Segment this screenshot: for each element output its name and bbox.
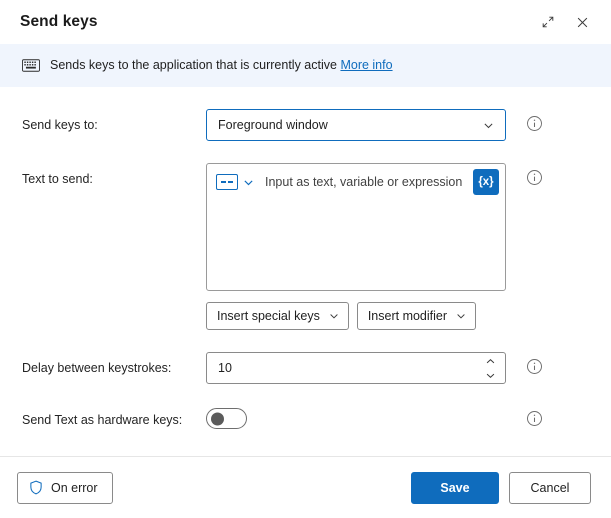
dialog-titlebar: Send keys (0, 0, 611, 44)
chevron-down-icon (328, 310, 340, 322)
shield-icon (29, 480, 43, 495)
keyboard-icon (22, 58, 40, 72)
row-send-keys-to: Send keys to: Foreground window (0, 109, 611, 142)
banner-text-wrapper: Sends keys to the application that is cu… (50, 57, 393, 73)
insert-special-keys-label: Insert special keys (217, 309, 320, 324)
row-delay-between-keystrokes: Delay between keystrokes: 10 (0, 352, 611, 385)
info-circle-icon[interactable] (526, 410, 543, 427)
save-button[interactable]: Save (411, 471, 499, 504)
close-icon[interactable] (565, 7, 599, 37)
chevron-down-icon (482, 119, 495, 132)
hardware-keys-label: Send Text as hardware keys: (22, 413, 183, 428)
info-circle-icon[interactable] (526, 358, 543, 375)
text-to-send-editor-header: Input as text, variable or expression {x… (207, 164, 505, 200)
info-banner: Sends keys to the application that is cu… (0, 44, 611, 88)
info-circle-icon[interactable] (526, 169, 543, 186)
on-error-button[interactable]: On error (17, 471, 113, 504)
text-to-send-editor[interactable]: Input as text, variable or expression {x… (206, 163, 506, 292)
insert-special-keys-button[interactable]: Insert special keys (206, 302, 349, 331)
row-hardware-keys: Send Text as hardware keys: (0, 408, 611, 430)
chevron-down-icon[interactable] (481, 369, 499, 382)
hardware-keys-toggle[interactable] (206, 408, 247, 430)
row-text-to-send: Text to send: Input as text, variable or… (0, 163, 611, 331)
send-keys-to-field: Foreground window (206, 109, 506, 142)
insert-modifier-label: Insert modifier (367, 309, 448, 324)
banner-description: Sends keys to the application that is cu… (50, 58, 337, 72)
chevron-up-icon[interactable] (481, 355, 499, 368)
text-to-send-label: Text to send: (22, 172, 93, 187)
dialog-footer: On error Save Cancel (0, 456, 611, 518)
insert-modifier-button[interactable]: Insert modifier (356, 302, 477, 331)
cancel-button[interactable]: Cancel (509, 471, 591, 504)
hardware-keys-info (506, 408, 562, 427)
text-input-type-icon[interactable] (216, 174, 238, 191)
info-circle-icon[interactable] (526, 115, 543, 132)
chevron-down-icon (455, 310, 467, 322)
delay-label: Delay between keystrokes: (22, 361, 172, 376)
delay-field: 10 (206, 352, 506, 385)
delay-spinner-arrows (481, 353, 499, 383)
send-keys-to-label: Send keys to: (22, 118, 98, 133)
text-to-send-field: Input as text, variable or expression {x… (206, 163, 506, 331)
delay-stepper[interactable]: 10 (206, 352, 506, 385)
dialog-title: Send keys (20, 13, 98, 30)
send-keys-to-select[interactable]: Foreground window (206, 109, 506, 142)
insert-buttons-row: Insert special keys Insert modifier (206, 302, 506, 331)
toggle-knob (211, 412, 224, 426)
send-keys-to-value: Foreground window (218, 118, 328, 133)
send-keys-dialog: Send keys Sends keys to the application … (0, 0, 611, 518)
expand-diagonal-icon[interactable] (531, 7, 565, 37)
chevron-down-icon[interactable] (242, 176, 255, 189)
hardware-keys-field (206, 408, 506, 430)
insert-variable-button[interactable]: {x} (473, 169, 499, 196)
delay-value[interactable]: 10 (218, 361, 475, 375)
dialog-body: Send keys to: Foreground window Text to … (0, 87, 611, 456)
more-info-link[interactable]: More info (340, 58, 392, 72)
delay-info (506, 352, 562, 375)
text-to-send-input[interactable] (207, 200, 505, 290)
text-to-send-info (506, 163, 562, 186)
text-to-send-placeholder: Input as text, variable or expression (265, 175, 463, 190)
send-keys-to-info (506, 109, 562, 132)
on-error-label: On error (51, 480, 98, 495)
